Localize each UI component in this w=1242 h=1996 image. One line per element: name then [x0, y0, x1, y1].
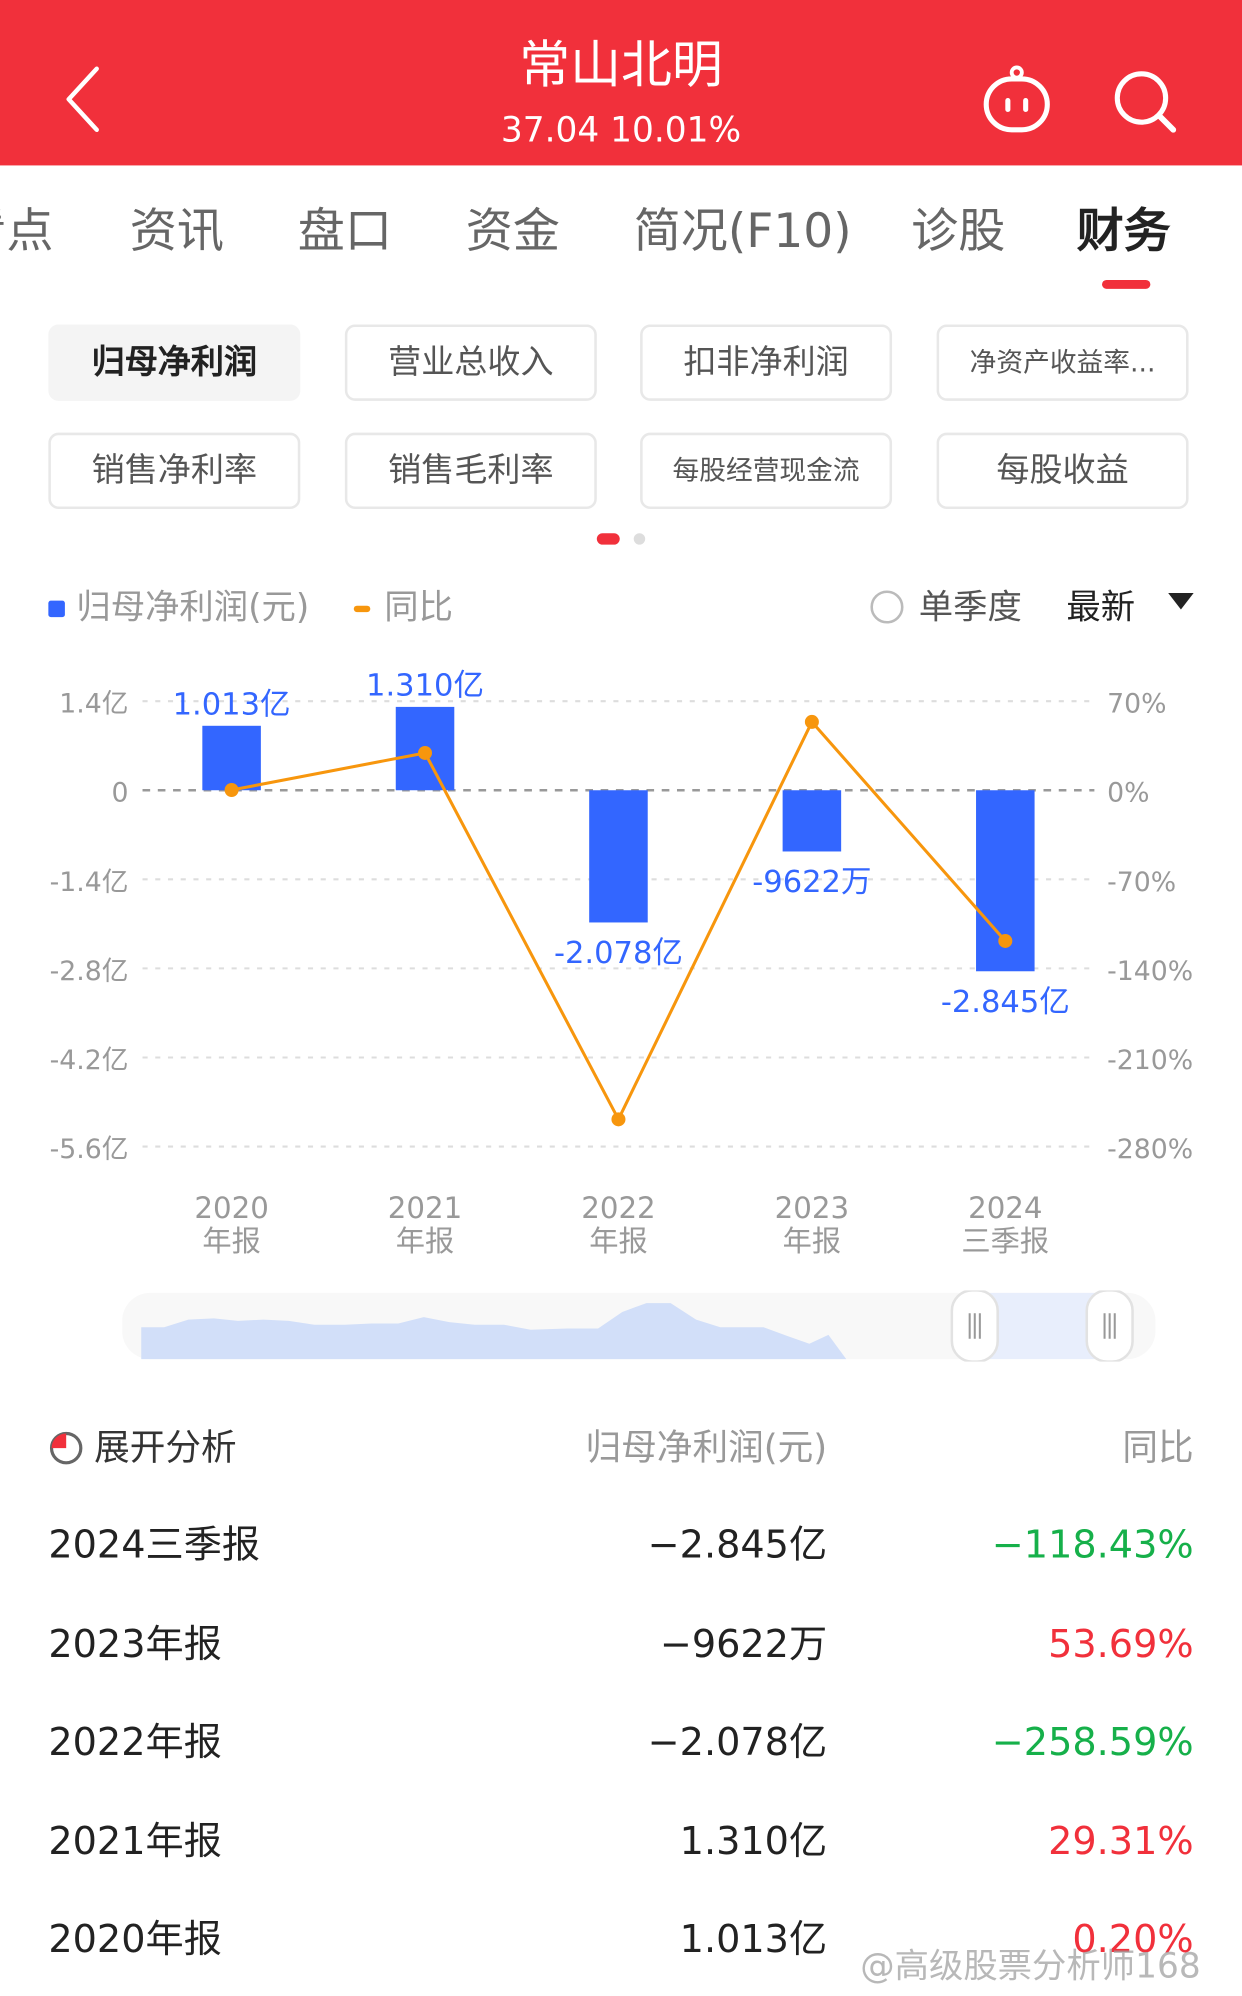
row-yoy: 29.31%: [1048, 1819, 1194, 1864]
assistant-button[interactable]: [980, 64, 1054, 135]
row-yoy: −258.59%: [991, 1720, 1194, 1766]
net-profit-chart: 1.4亿 0 -1.4亿 -2.8亿 -4.2亿 -5.6亿 70% 0% -70% -140% -…: [50, 668, 1193, 1258]
row-value: −2.845亿: [647, 1523, 828, 1568]
chip-gross-margin[interactable]: 销售毛利率: [344, 432, 597, 510]
tab-fund-flow[interactable]: 资金: [466, 196, 560, 267]
chip-roe[interactable]: 净资产收益率...: [936, 324, 1189, 401]
line-legend-swatch: [353, 605, 371, 613]
sort-dropdown[interactable]: 最新: [1066, 580, 1135, 636]
robot-assistant-icon: [983, 65, 1050, 133]
bar-data-label: 1.310亿: [366, 668, 484, 703]
bar-legend-label: 归母净利润(元): [76, 587, 310, 628]
tab-news[interactable]: 资讯: [130, 196, 224, 267]
watermark: @高级股票分析师168: [860, 1946, 1201, 1987]
bar: [202, 725, 261, 791]
x-axis-tick-label: 年报: [783, 1224, 842, 1258]
yoy-point: [611, 1112, 626, 1127]
yoy-point: [224, 782, 239, 797]
row-period: 2021年报: [48, 1819, 222, 1864]
active-tab-indicator: [1102, 279, 1151, 289]
right-axis-tick-label: -280%: [1107, 1134, 1193, 1165]
stock-name: 常山北明: [519, 36, 723, 96]
x-axis-tick-label: 年报: [589, 1224, 648, 1258]
column-header-value: 归母净利润(元): [585, 1426, 828, 1469]
expand-analysis-icon[interactable]: [48, 1430, 84, 1466]
right-axis-tick-label: 0%: [1107, 778, 1149, 809]
tab-finance[interactable]: 财务: [1077, 196, 1171, 267]
chip-net-margin[interactable]: 销售净利率: [48, 432, 301, 510]
stock-quote: 37.04 10.01%: [500, 110, 742, 151]
row-yoy: 53.69%: [1048, 1621, 1194, 1667]
yoy-point: [998, 933, 1013, 948]
x-axis-tick-label: 2022: [581, 1191, 655, 1225]
tab-kandian[interactable]: 看点: [0, 196, 53, 267]
tab-order-book[interactable]: 盘口: [298, 196, 392, 267]
bar-data-label: -9622万: [752, 865, 871, 900]
left-axis-tick-label: -1.4亿: [50, 867, 129, 898]
bar-legend-swatch: [48, 600, 65, 618]
chip-op-cashflow-per-share[interactable]: 每股经营现金流: [640, 432, 893, 510]
tab-f10[interactable]: 简况(F10): [634, 196, 852, 267]
line-legend-label: 同比: [384, 587, 454, 628]
chip-eps[interactable]: 每股收益: [936, 432, 1189, 510]
page: 常山北明 37.04 10.01% 看点 资讯 盘口 资金 简况(F10) 诊股…: [0, 0, 1242, 1996]
row-period: 2023年报: [48, 1621, 222, 1667]
row-yoy: −118.43%: [991, 1523, 1194, 1568]
yoy-point: [804, 714, 819, 729]
chip-deducted-net-profit[interactable]: 扣非净利润: [640, 324, 893, 401]
x-axis-tick-label: 三季报: [961, 1224, 1049, 1258]
right-axis-tick-label: -70%: [1107, 867, 1176, 898]
x-axis-tick-label: 年报: [396, 1224, 455, 1258]
caret-down-icon[interactable]: [1168, 593, 1194, 610]
row-value: −2.078亿: [647, 1720, 828, 1766]
row-value: 1.013亿: [679, 1917, 828, 1963]
chip-net-profit-parent[interactable]: 归母净利润: [48, 324, 301, 401]
top-bar: 常山北明 37.04 10.01%: [0, 0, 1242, 166]
search-icon: [1114, 71, 1177, 133]
single-quarter-radio[interactable]: [870, 590, 904, 624]
chip-total-revenue[interactable]: 营业总收入: [344, 324, 597, 401]
range-handle-left[interactable]: [950, 1290, 999, 1362]
section-tabs: 看点 资讯 盘口 资金 简况(F10) 诊股 财务: [0, 165, 1242, 305]
right-axis-tick-label: -210%: [1107, 1045, 1193, 1076]
left-axis-tick-label: -4.2亿: [50, 1045, 129, 1076]
tab-diagnosis[interactable]: 诊股: [911, 196, 1005, 267]
bar-data-label: 1.013亿: [173, 687, 291, 722]
left-axis-tick-label: 1.4亿: [59, 689, 128, 720]
right-axis-tick-label: -140%: [1107, 956, 1193, 987]
row-period: 2020年报: [48, 1917, 222, 1963]
pager-dot[interactable]: [633, 533, 646, 545]
search-button[interactable]: [1110, 66, 1181, 137]
expand-analysis-button[interactable]: 展开分析: [94, 1423, 237, 1474]
x-axis-tick-label: 年报: [202, 1224, 261, 1258]
left-axis-tick-label: -5.6亿: [50, 1134, 129, 1165]
x-axis-tick-label: 2021: [388, 1191, 462, 1225]
pager-dot-active[interactable]: [596, 533, 620, 545]
bar: [589, 790, 648, 923]
row-period: 2022年报: [48, 1720, 222, 1766]
right-axis-tick-label: 70%: [1107, 689, 1166, 720]
left-axis-tick-label: -2.8亿: [50, 956, 129, 987]
x-axis-tick-label: 2020: [194, 1191, 268, 1225]
range-handle-right[interactable]: [1085, 1290, 1134, 1362]
left-axis-tick-label: 0: [112, 778, 129, 809]
range-slider[interactable]: [122, 1290, 1156, 1362]
single-quarter-label[interactable]: 单季度: [919, 580, 1022, 636]
row-period: 2024三季报: [48, 1523, 261, 1568]
x-axis-tick-label: 2024: [968, 1191, 1042, 1225]
column-header-yoy: 同比: [1122, 1426, 1194, 1469]
row-value: 1.310亿: [679, 1819, 828, 1864]
x-axis-tick-label: 2023: [775, 1191, 849, 1225]
row-value: −9622万: [659, 1621, 828, 1667]
bar-data-label: -2.078亿: [554, 936, 683, 971]
bar: [782, 790, 842, 852]
yoy-point: [418, 745, 433, 760]
bar-data-label: -2.845亿: [941, 985, 1070, 1020]
